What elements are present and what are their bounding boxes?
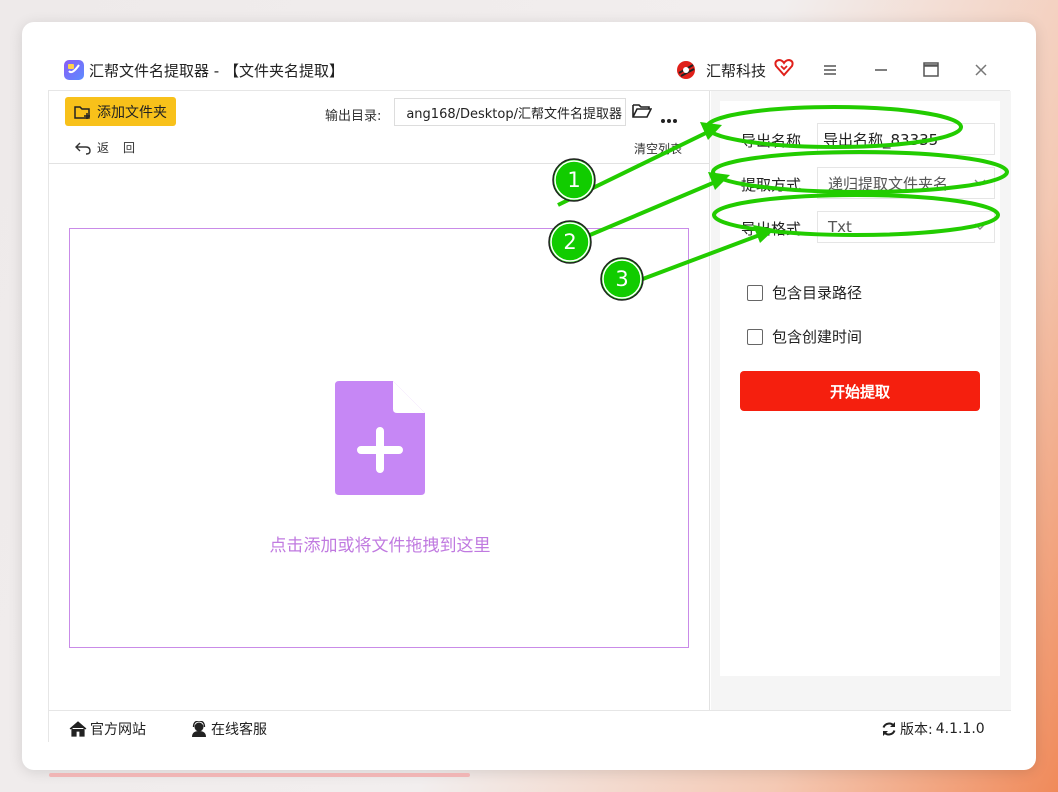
arrow-line-3 [639,231,766,282]
highlight-ellipse-export-name [705,105,963,149]
step-marker-1: 1 [551,157,597,203]
step-marker-2: 2 [547,219,593,265]
annotation-overlay [557,105,1009,282]
highlight-ellipse-extract-mode [711,150,1009,194]
step-marker-3: 3 [599,256,645,302]
arrowhead-3 [753,225,775,243]
step-number-2: 2 [563,230,577,254]
step-number-3: 3 [615,267,629,291]
arrow-line-2 [589,178,721,237]
step-number-1: 1 [567,168,581,192]
